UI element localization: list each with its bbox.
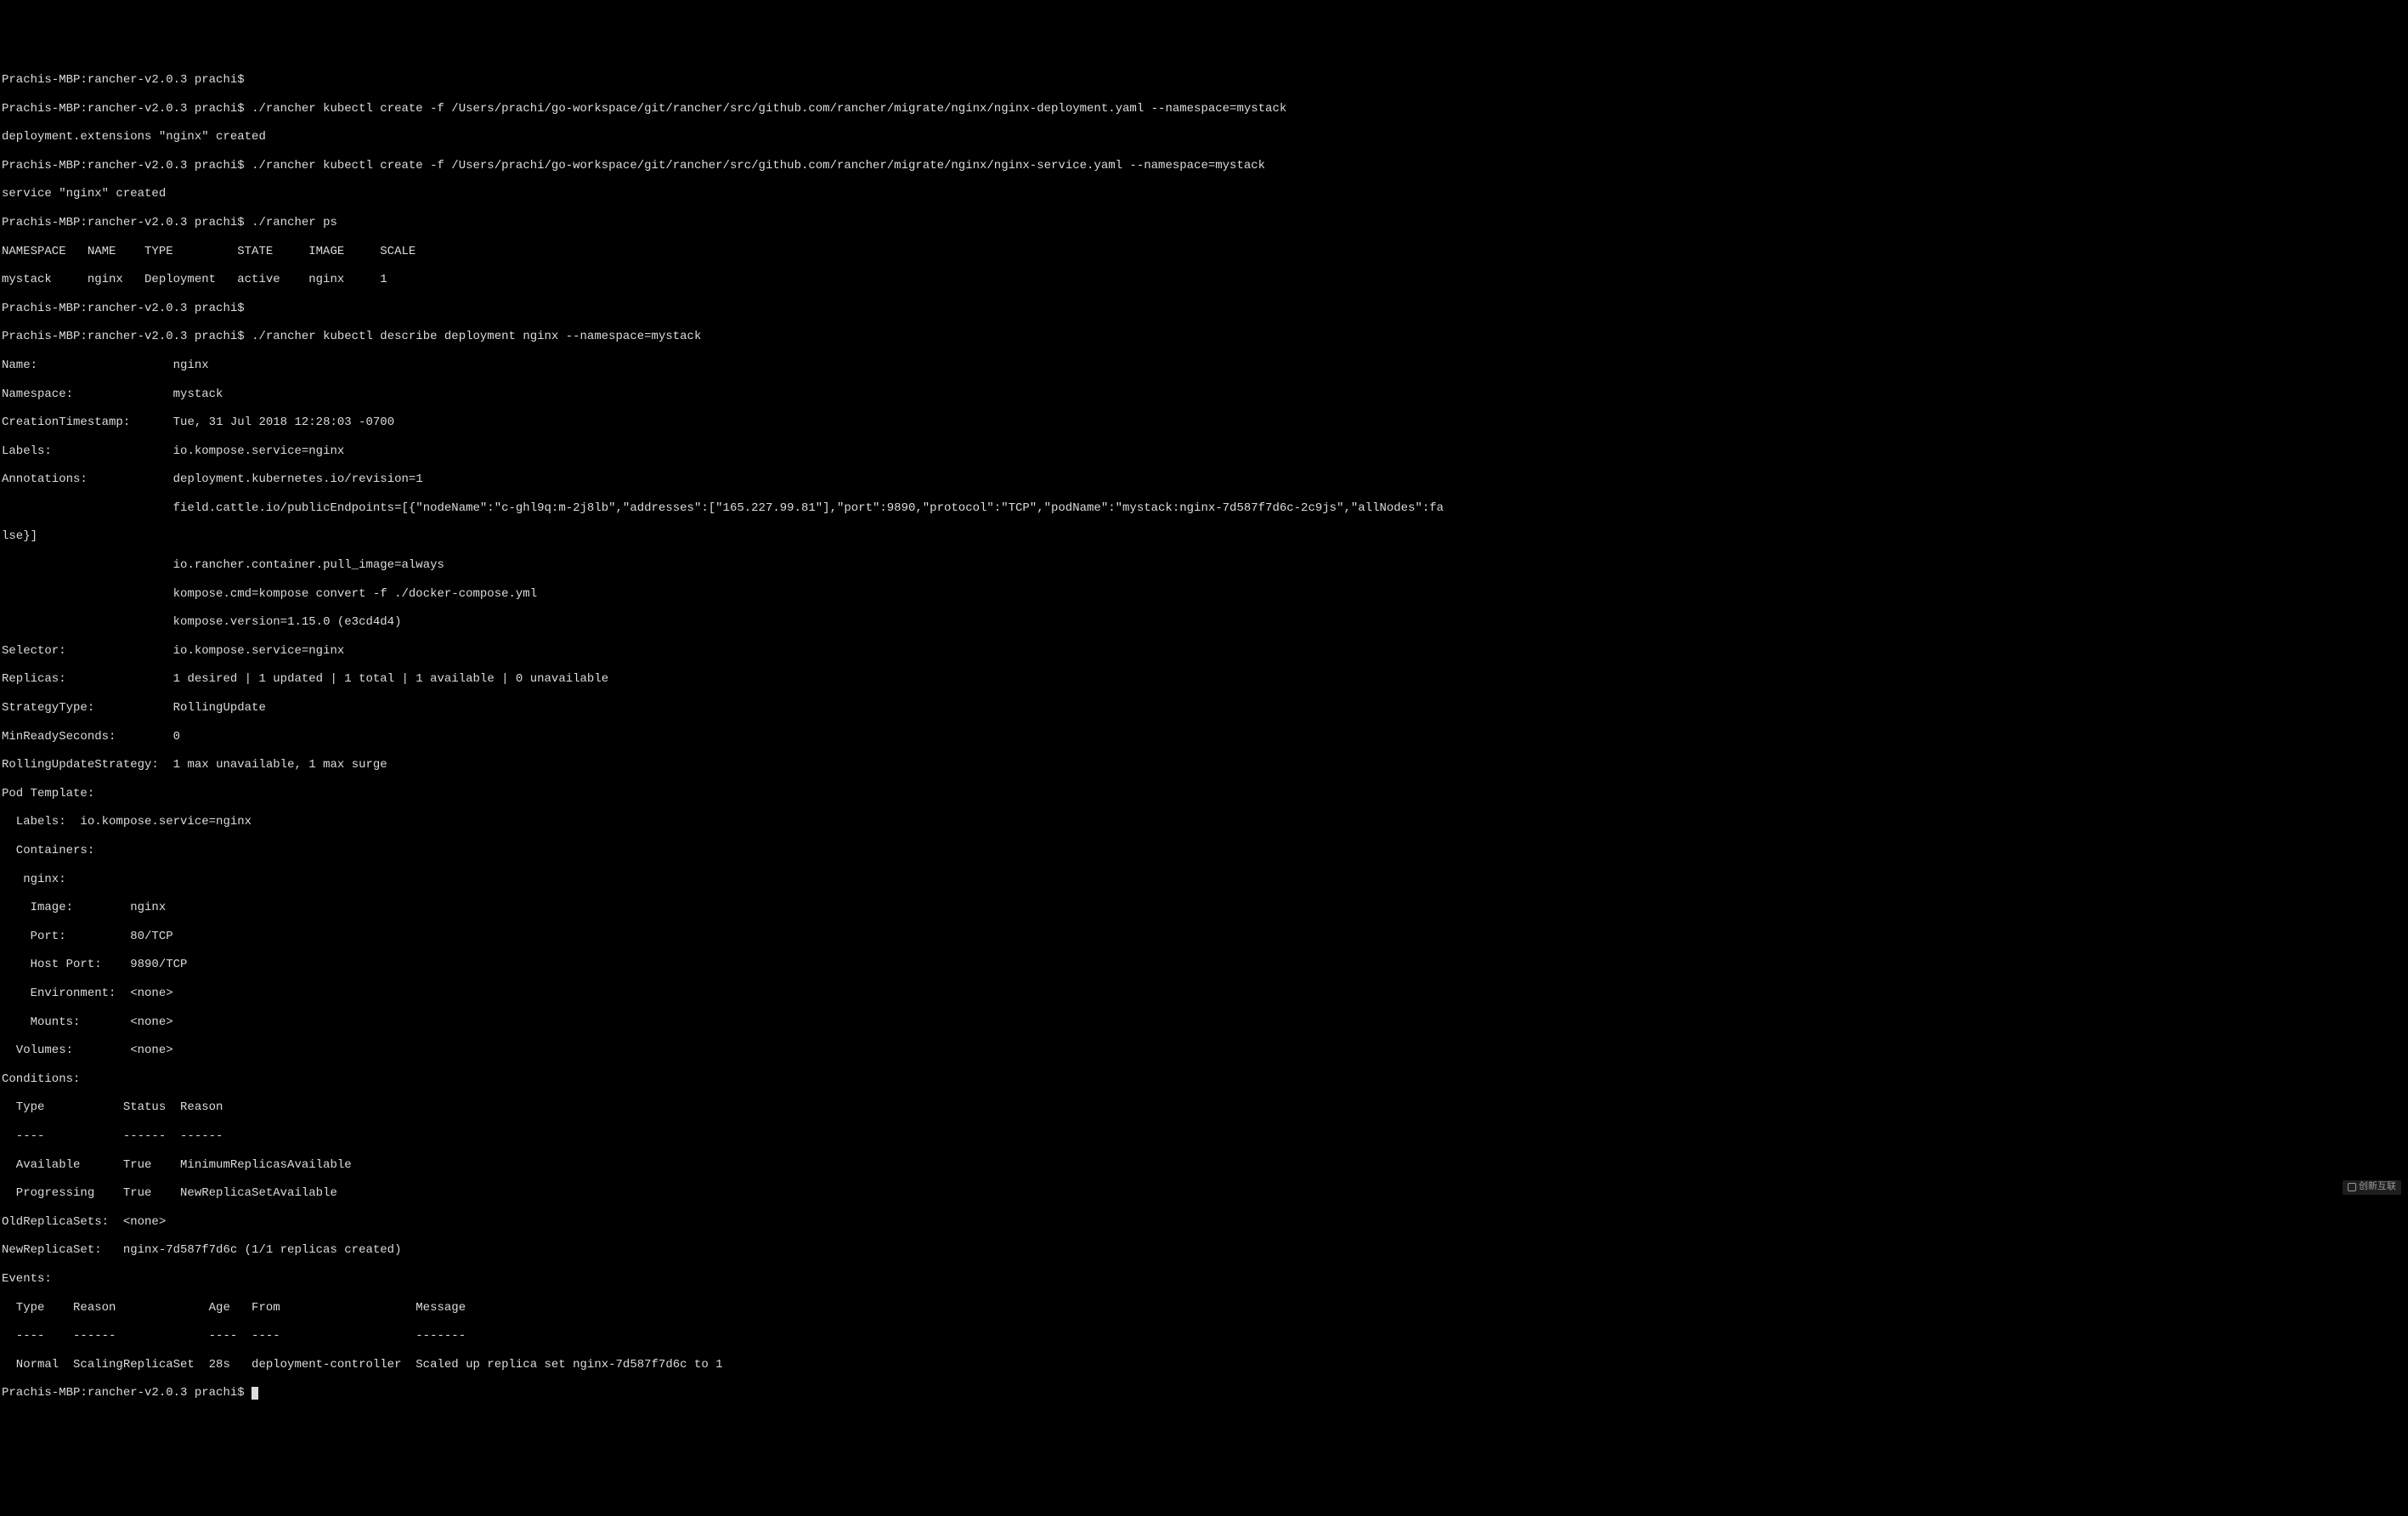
describe-pod-labels: Labels: io.kompose.service=nginx: [2, 815, 2406, 829]
prompt-line: Prachis-MBP:rancher-v2.0.3 prachi$: [2, 73, 2406, 88]
command-line: Prachis-MBP:rancher-v2.0.3 prachi$ ./ran…: [2, 159, 2406, 173]
describe-old-rs: OldReplicaSets: <none>: [2, 1215, 2406, 1230]
describe-annotations-4: kompose.cmd=kompose convert -f ./docker-…: [2, 587, 2406, 602]
describe-mounts: Mounts: <none>: [2, 1015, 2406, 1030]
prompt-line: Prachis-MBP:rancher-v2.0.3 prachi$: [2, 302, 2406, 316]
describe-cond-divider: ---- ------ ------: [2, 1129, 2406, 1144]
terminal-output[interactable]: Prachis-MBP:rancher-v2.0.3 prachi$ Prach…: [2, 59, 2406, 1415]
describe-pod-template: Pod Template:: [2, 787, 2406, 801]
ps-row: mystack nginx Deployment active nginx 1: [2, 273, 2406, 287]
describe-volumes: Volumes: <none>: [2, 1044, 2406, 1058]
describe-cond-header: Type Status Reason: [2, 1100, 2406, 1115]
describe-minready: MinReadySeconds: 0: [2, 730, 2406, 744]
output-line: deployment.extensions "nginx" created: [2, 130, 2406, 144]
describe-cond-progressing: Progressing True NewReplicaSetAvailable: [2, 1186, 2406, 1201]
describe-events-row: Normal ScalingReplicaSet 28s deployment-…: [2, 1358, 2406, 1372]
describe-cond-available: Available True MinimumReplicasAvailable: [2, 1158, 2406, 1173]
describe-events: Events:: [2, 1272, 2406, 1287]
describe-labels: Labels: io.kompose.service=nginx: [2, 444, 2406, 459]
watermark-icon: [2348, 1183, 2356, 1191]
cursor-icon: [252, 1387, 258, 1400]
describe-events-header: Type Reason Age From Message: [2, 1301, 2406, 1315]
describe-annotations-5: kompose.version=1.15.0 (e3cd4d4): [2, 615, 2406, 630]
command-line: Prachis-MBP:rancher-v2.0.3 prachi$ ./ran…: [2, 216, 2406, 230]
command-line: Prachis-MBP:rancher-v2.0.3 prachi$ ./ran…: [2, 102, 2406, 116]
describe-nginx-container: nginx:: [2, 873, 2406, 887]
describe-hostport: Host Port: 9890/TCP: [2, 958, 2406, 972]
describe-conditions: Conditions:: [2, 1072, 2406, 1087]
describe-image: Image: nginx: [2, 901, 2406, 915]
describe-name: Name: nginx: [2, 359, 2406, 373]
describe-namespace: Namespace: mystack: [2, 387, 2406, 402]
describe-selector: Selector: io.kompose.service=nginx: [2, 644, 2406, 659]
describe-annotations-3: io.rancher.container.pull_image=always: [2, 558, 2406, 573]
describe-events-divider: ---- ------ ---- ---- -------: [2, 1329, 2406, 1343]
describe-env: Environment: <none>: [2, 987, 2406, 1001]
describe-creation: CreationTimestamp: Tue, 31 Jul 2018 12:2…: [2, 416, 2406, 430]
describe-new-rs: NewReplicaSet: nginx-7d587f7d6c (1/1 rep…: [2, 1243, 2406, 1258]
command-line: Prachis-MBP:rancher-v2.0.3 prachi$ ./ran…: [2, 330, 2406, 344]
prompt-line-cursor[interactable]: Prachis-MBP:rancher-v2.0.3 prachi$: [2, 1386, 2406, 1400]
describe-replicas: Replicas: 1 desired | 1 updated | 1 tota…: [2, 672, 2406, 687]
describe-annotations-cont: lse}]: [2, 529, 2406, 544]
describe-annotations-2: field.cattle.io/publicEndpoints=[{"nodeN…: [2, 501, 2406, 516]
watermark-text: 创新互联: [2359, 1182, 2396, 1193]
watermark-badge: 创新互联: [2343, 1180, 2401, 1195]
ps-header: NAMESPACE NAME TYPE STATE IMAGE SCALE: [2, 245, 2406, 259]
describe-annotations: Annotations: deployment.kubernetes.io/re…: [2, 472, 2406, 487]
describe-strategy: StrategyType: RollingUpdate: [2, 701, 2406, 716]
describe-rolling: RollingUpdateStrategy: 1 max unavailable…: [2, 758, 2406, 772]
output-line: service "nginx" created: [2, 187, 2406, 201]
describe-port: Port: 80/TCP: [2, 930, 2406, 944]
describe-containers: Containers:: [2, 844, 2406, 858]
